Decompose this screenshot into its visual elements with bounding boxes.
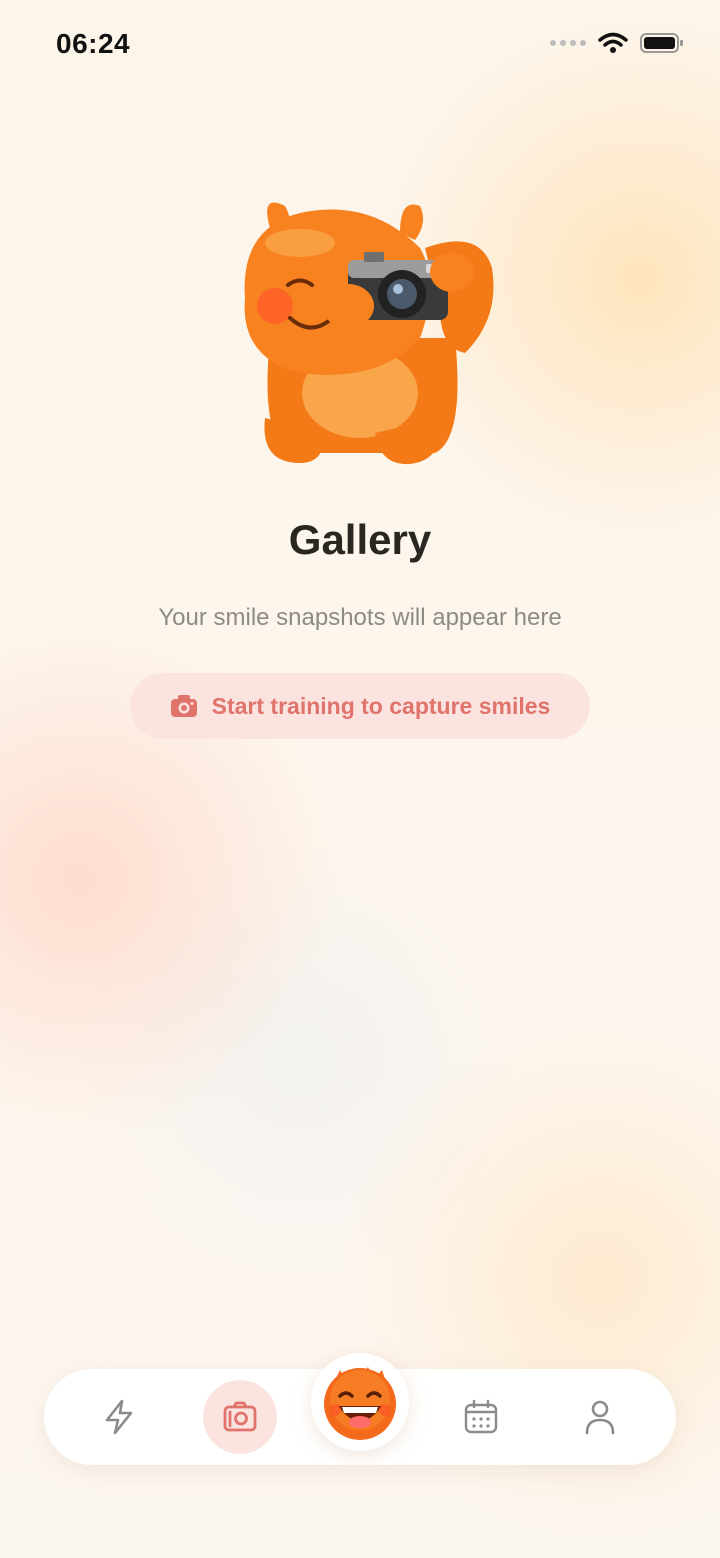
empty-state-subtitle: Your smile snapshots will appear here — [158, 604, 562, 631]
tab-home-mascot[interactable] — [311, 1353, 409, 1451]
start-training-label: Start training to capture smiles — [211, 692, 551, 719]
tab-gallery-active-indicator — [203, 1380, 277, 1454]
camera-icon — [170, 695, 197, 717]
gallery-camera-icon — [223, 1401, 257, 1432]
tab-gallery[interactable] — [192, 1369, 288, 1465]
tab-training[interactable] — [71, 1369, 167, 1465]
smiling-monster-avatar — [324, 1367, 396, 1440]
status-bar: 06:24 — [0, 0, 720, 92]
status-icons — [550, 32, 684, 54]
tab-calendar[interactable] — [433, 1369, 529, 1465]
orange-monster-with-camera-illustration — [244, 202, 494, 465]
calendar-icon — [464, 1399, 498, 1434]
person-icon — [585, 1400, 615, 1435]
page-title: Gallery — [288, 516, 432, 563]
signal-dots-icon — [550, 40, 586, 46]
tab-profile[interactable] — [552, 1369, 648, 1465]
battery-icon — [640, 33, 683, 53]
status-time: 06:24 — [56, 28, 131, 59]
wifi-icon — [598, 32, 628, 53]
start-training-button[interactable]: Start training to capture smiles — [130, 673, 590, 739]
lightning-icon — [105, 1399, 133, 1435]
